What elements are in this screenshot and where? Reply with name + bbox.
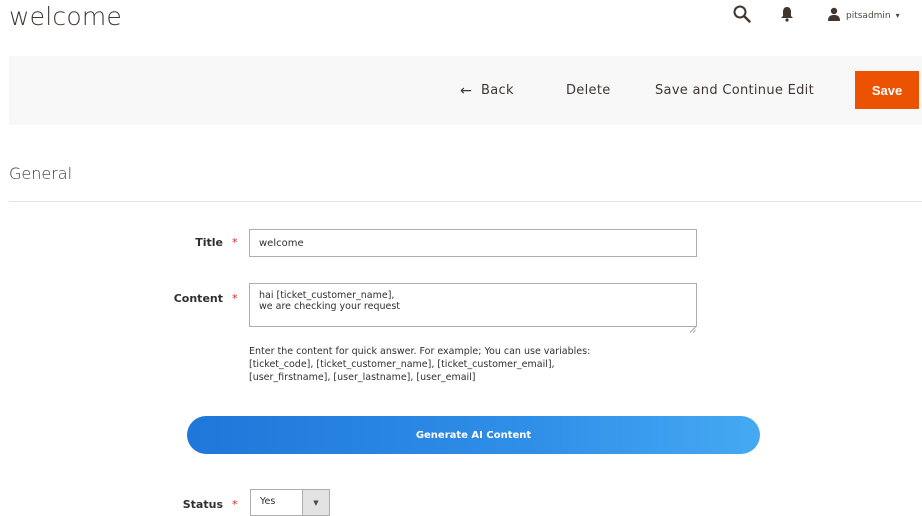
content-label: Content <box>173 292 223 305</box>
content-textarea[interactable]: hai [ticket_customer_name], we are check… <box>249 283 697 327</box>
bell-icon[interactable] <box>780 6 794 22</box>
status-label: Status <box>182 498 223 511</box>
arrow-left-icon: ← <box>460 82 473 99</box>
title-label: Title <box>195 236 223 249</box>
chevron-down-icon: ▼ <box>302 490 329 515</box>
save-and-continue-button[interactable]: Save and Continue Edit <box>655 56 814 125</box>
content-note: [user_firstname], [user_lastname], [user… <box>249 372 476 383</box>
content-note: [ticket_code], [ticket_customer_name], [… <box>249 359 555 370</box>
section-divider <box>9 201 922 202</box>
user-icon <box>827 6 841 25</box>
content-note: Enter the content for quick answer. For … <box>249 346 591 357</box>
required-marker: * <box>232 236 238 249</box>
back-button[interactable]: ← Back <box>460 56 514 125</box>
chevron-down-icon: ▾ <box>895 11 900 20</box>
user-name: pitsadmin <box>846 10 891 21</box>
user-menu[interactable]: pitsadmin ▾ <box>827 6 900 25</box>
page-title: welcome <box>9 2 122 31</box>
search-icon[interactable] <box>733 5 751 23</box>
generate-ai-content-button[interactable]: Generate AI Content <box>187 416 760 454</box>
required-marker: * <box>232 498 238 511</box>
required-marker: * <box>232 292 238 305</box>
page-actions-bar: ← Back Delete Save and Continue Edit Sav… <box>9 56 922 125</box>
resize-handle-icon[interactable] <box>689 318 696 333</box>
save-button[interactable]: Save <box>855 71 919 109</box>
title-input[interactable] <box>249 229 697 257</box>
delete-button[interactable]: Delete <box>566 56 611 125</box>
back-label: Back <box>481 83 514 98</box>
section-title-general[interactable]: General <box>9 164 72 183</box>
status-value: Yes <box>260 496 276 507</box>
status-select[interactable]: Yes ▼ <box>250 489 330 516</box>
